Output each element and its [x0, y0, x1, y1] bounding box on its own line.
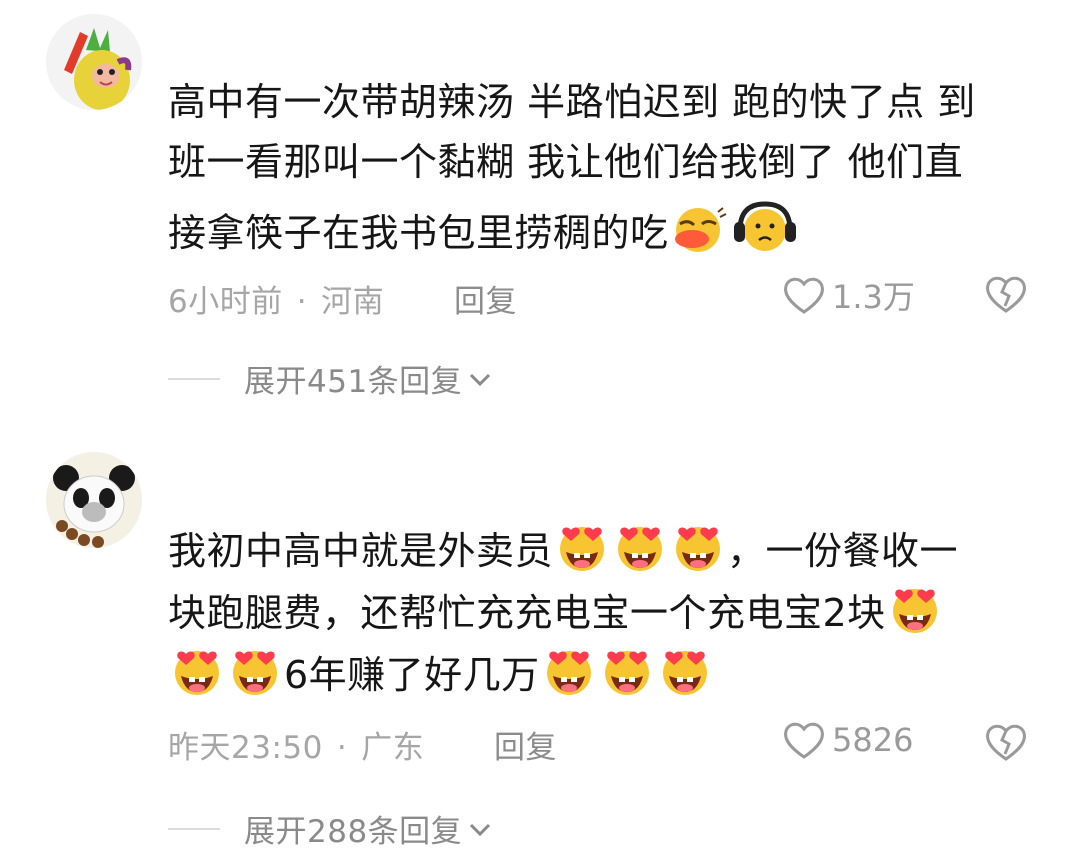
- expand-replies-button[interactable]: 展开288条回复: [168, 806, 494, 851]
- heart-eyes-emoji: [887, 584, 943, 643]
- reply-button[interactable]: 回复: [454, 276, 517, 321]
- panda-meme-avatar: [46, 452, 142, 548]
- divider-line: [168, 377, 220, 380]
- avatar[interactable]: [46, 452, 142, 548]
- broken-heart-icon: [986, 724, 1026, 761]
- chevron-down-icon: [470, 373, 491, 386]
- like-button[interactable]: 5826: [782, 720, 913, 760]
- reply-button[interactable]: 回复: [494, 722, 557, 767]
- avatar[interactable]: [46, 14, 142, 110]
- comment-meta: 昨天23:50 · 广东 回复: [168, 722, 557, 767]
- comment-text-line: 班一看那叫一个黏糊 我让他们给我倒了 他们直: [168, 140, 964, 184]
- comment-time: 6小时前: [168, 284, 283, 320]
- comment-text-line-with-emojis: 接拿筷子在我书包里捞稠的吃: [168, 200, 801, 263]
- expand-replies-label: 展开288条回复: [244, 814, 463, 850]
- comment-text-line-with-emojis: 6年赚了好几万: [168, 646, 714, 705]
- expand-replies-button[interactable]: 展开451条回复: [168, 356, 494, 401]
- comment-text-line-with-emojis: 块跑腿费，还帮忙充充电宝一个充电宝2块: [168, 584, 944, 643]
- broken-heart-icon: [986, 276, 1026, 313]
- comment-text: 块跑腿费，还帮忙充充电宝一个充电宝2块: [168, 591, 886, 635]
- dislike-button[interactable]: [984, 274, 1028, 318]
- heart-eyes-emoji: [554, 522, 610, 581]
- heart-eyes-emoji: [169, 646, 225, 705]
- heart-eyes-emoji: [541, 646, 597, 705]
- separator-dot: ·: [336, 730, 348, 766]
- comment-text-line-with-emojis: 我初中高中就是外卖员 ，一份餐收一: [168, 522, 958, 581]
- chevron-down-icon: [470, 823, 491, 836]
- heart-eyes-emoji: [599, 646, 655, 705]
- comment-text: 接拿筷子在我书包里捞稠的吃: [168, 211, 669, 255]
- comment-text: ，一份餐收一: [727, 529, 959, 573]
- comment-meta: 6小时前 · 河南 回复: [168, 276, 517, 321]
- heart-eyes-emoji: [670, 522, 726, 581]
- comment-text: 我初中高中就是外卖员: [168, 529, 554, 573]
- expand-replies-label: 展开451条回复: [244, 364, 463, 400]
- giggle-emoji: [670, 206, 728, 263]
- like-button[interactable]: 1.3万: [782, 272, 915, 318]
- comment-text: 6年赚了好几万: [284, 653, 540, 697]
- heart-icon: [784, 277, 824, 314]
- separator-dot: ·: [296, 284, 308, 320]
- heart-icon: [784, 722, 824, 759]
- heart-eyes-emoji: [612, 522, 668, 581]
- comment-time: 昨天23:50: [168, 730, 323, 766]
- divider-line: [168, 827, 220, 830]
- dislike-button[interactable]: [984, 722, 1028, 766]
- headphones-emoji: [730, 200, 800, 263]
- heart-eyes-emoji: [227, 646, 283, 705]
- like-count: 5826: [832, 721, 914, 759]
- pineapple-character-avatar: [46, 14, 142, 110]
- heart-eyes-emoji: [657, 646, 713, 705]
- comment-text-line: 高中有一次带胡辣汤 半路怕迟到 跑的快了点 到: [168, 80, 976, 124]
- comment-location: 河南: [321, 284, 385, 320]
- comment-location: 广东: [361, 730, 425, 766]
- like-count: 1.3万: [832, 278, 915, 316]
